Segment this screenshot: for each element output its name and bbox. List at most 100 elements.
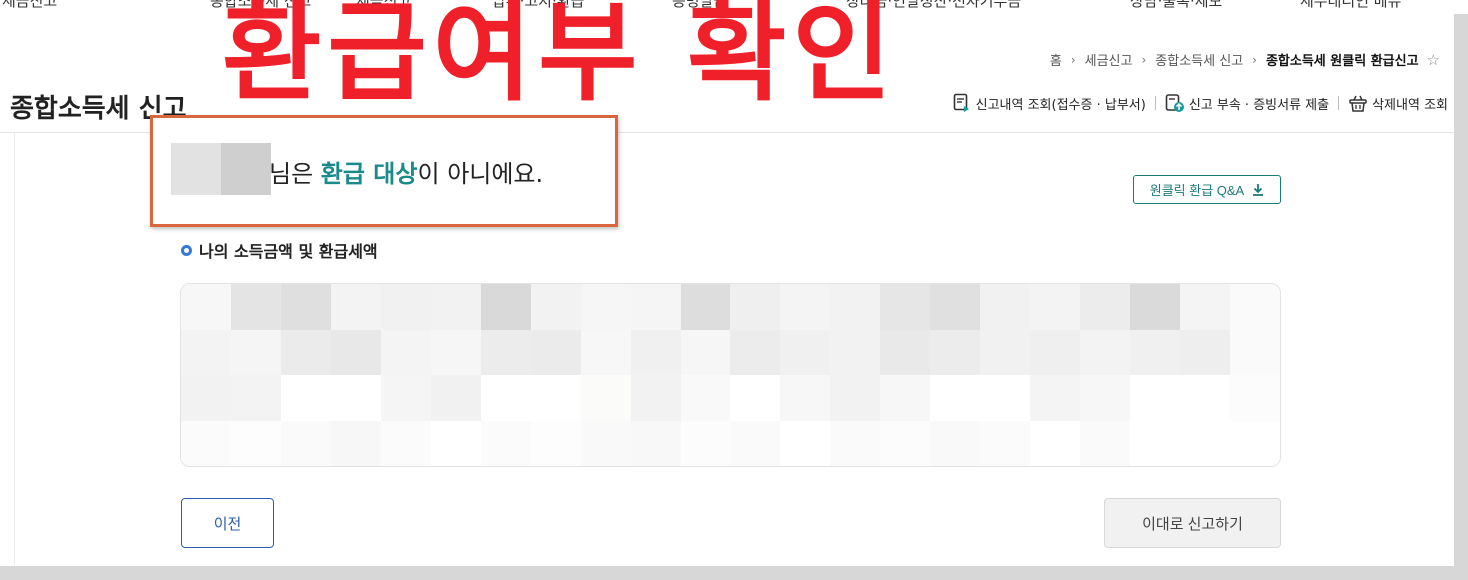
top-menu-item[interactable]: 상담·불복·제보 (1130, 0, 1222, 11)
redacted-block (1080, 420, 1131, 466)
redacted-block (480, 375, 531, 421)
redacted-block (1080, 375, 1131, 421)
redacted-block (1230, 375, 1280, 421)
submit-as-is-button[interactable]: 이대로 신고하기 (1104, 498, 1281, 548)
breadcrumb-tax-filing[interactable]: 세금신고 (1085, 50, 1133, 69)
redacted-block (680, 375, 731, 421)
redacted-block (480, 329, 531, 375)
redacted-block (580, 420, 631, 466)
redacted-block (530, 329, 581, 375)
redacted-block (330, 375, 381, 421)
redacted-block (1180, 420, 1231, 466)
redacted-block (980, 284, 1031, 330)
redacted-block (780, 329, 831, 375)
redacted-block (580, 329, 631, 375)
redacted-block (530, 375, 581, 421)
star-outline-icon[interactable]: ☆ (1427, 51, 1440, 69)
redacted-block (730, 375, 781, 421)
redacted-block (630, 420, 681, 466)
redacted-block (880, 284, 931, 330)
redacted-block (280, 375, 331, 421)
redacted-block (530, 420, 581, 466)
redacted-block (630, 284, 681, 330)
redacted-block (430, 284, 481, 330)
qa-download-button[interactable]: 원클릭 환급 Q&A (1133, 175, 1281, 204)
redacted-block (1130, 284, 1181, 330)
redacted-block (980, 375, 1031, 421)
circle-bullet-icon (181, 244, 192, 256)
previous-button[interactable]: 이전 (181, 498, 274, 548)
redacted-block (430, 375, 481, 421)
redacted-block (880, 375, 931, 421)
refund-notice-box: 님은 환급 대상이 아니에요. (150, 115, 618, 227)
notice-suffix: 님은 (269, 160, 321, 188)
redacted-block (1080, 329, 1131, 375)
redacted-block (980, 420, 1031, 466)
qa-button-label: 원클릭 환급 Q&A (1149, 183, 1245, 198)
redacted-block (1230, 284, 1280, 330)
redacted-block (380, 375, 431, 421)
redacted-block (630, 375, 681, 421)
redacted-block (530, 284, 581, 330)
redacted-block (580, 284, 631, 330)
redacted-block (1130, 420, 1181, 466)
redacted-block (330, 329, 381, 375)
refund-check-annotation: 환급여부 확인 (222, 0, 898, 116)
redacted-block (230, 420, 281, 466)
redacted-block (330, 284, 381, 330)
breadcrumb-current: 종합소득세 원클릭 환급신고 (1265, 54, 1419, 69)
redacted-block (730, 329, 781, 375)
top-menu-item[interactable]: 세무대리인 메뉴 (1300, 0, 1401, 11)
document-submit-label: 신고 부속 · 증빙서류 제출 (1188, 97, 1330, 113)
redacted-block (1180, 329, 1231, 375)
redacted-block (830, 375, 881, 421)
breadcrumb-home[interactable]: 홈 (1050, 50, 1062, 69)
redacted-block (780, 284, 831, 330)
document-submit-link[interactable]: 신고 부속 · 증빙서류 제출 (1165, 93, 1329, 113)
redacted-income-summary (180, 283, 1281, 467)
redacted-block (730, 284, 781, 330)
redacted-block (930, 375, 981, 421)
refund-status-message: 님은 환급 대상이 아니에요. (269, 154, 543, 189)
redacted-block (1130, 329, 1181, 375)
redacted-block (1230, 420, 1280, 466)
document-search-icon (952, 93, 972, 113)
redacted-name (171, 143, 271, 195)
divider (1338, 96, 1340, 110)
divider (1154, 96, 1156, 110)
redacted-block (171, 143, 221, 195)
redacted-block (880, 329, 931, 375)
redacted-block (181, 329, 231, 375)
redacted-block (230, 329, 281, 375)
document-upload-icon (1165, 93, 1185, 113)
redacted-block (1030, 420, 1081, 466)
redacted-block (430, 420, 481, 466)
redacted-block (380, 420, 431, 466)
redacted-block (480, 420, 531, 466)
redacted-block (830, 284, 881, 330)
deleted-history-link[interactable]: 삭제내역 조회 (1348, 93, 1448, 113)
redacted-block (780, 420, 831, 466)
notice-tail: 이 아니에요. (417, 160, 544, 188)
redacted-block (930, 420, 981, 466)
redacted-block (221, 143, 271, 195)
redacted-block (1080, 284, 1131, 330)
redacted-block (230, 284, 281, 330)
content-left-border (14, 133, 15, 566)
filing-history-label: 신고내역 조회(접수증 · 납부서) (975, 97, 1146, 113)
trash-basket-icon (1348, 93, 1368, 113)
download-icon (1252, 183, 1264, 196)
redacted-block (430, 329, 481, 375)
top-menu-item[interactable]: 세금신고 (2, 0, 57, 11)
breadcrumb-separator: › (1141, 52, 1147, 67)
redacted-block (1030, 284, 1081, 330)
redacted-block (930, 284, 981, 330)
page-gutter (1454, 14, 1468, 580)
redacted-block (730, 420, 781, 466)
redacted-block (630, 329, 681, 375)
redacted-block (380, 284, 431, 330)
filing-history-link[interactable]: 신고내역 조회(접수증 · 납부서) (952, 93, 1146, 113)
redacted-block (580, 375, 631, 421)
redacted-block (680, 329, 731, 375)
breadcrumb-income-tax[interactable]: 종합소득세 신고 (1155, 50, 1243, 69)
